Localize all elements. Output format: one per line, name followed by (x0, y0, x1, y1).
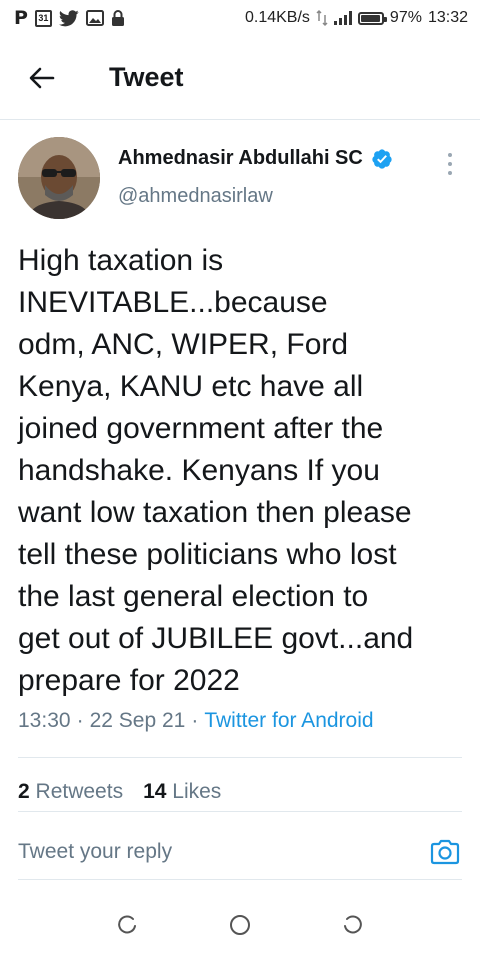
avatar[interactable] (18, 137, 100, 219)
more-dot (448, 171, 452, 175)
gallery-icon (85, 10, 104, 26)
page-title: Tweet (109, 62, 184, 92)
twitter-bird-icon (58, 9, 79, 27)
status-left-icons: P 31 (14, 7, 125, 29)
camera-button[interactable] (428, 835, 462, 869)
recents-button[interactable] (107, 905, 147, 945)
system-nav-bar (0, 890, 480, 960)
divider (18, 811, 462, 812)
tweet-text: High taxation is INEVITABLE...because od… (18, 244, 414, 697)
status-bar: P 31 0.14KB/s 97% 13:32 (0, 0, 480, 36)
back-nav-button[interactable] (333, 905, 373, 945)
home-button[interactable] (220, 905, 260, 945)
tweet-meta: 13:30 · 22 Sep 21 · Twitter for Android (18, 709, 374, 733)
meta-separator: · (191, 709, 199, 732)
tweet-date: 22 Sep 21 (89, 709, 186, 732)
back-button[interactable] (17, 53, 67, 103)
more-options-button[interactable] (440, 151, 460, 177)
signal-icon (333, 11, 352, 25)
home-icon (229, 915, 250, 935)
back-nav-icon (344, 915, 363, 934)
more-dot (448, 162, 452, 166)
status-time: 13:32 (427, 9, 468, 26)
verified-badge-icon (372, 148, 392, 169)
lock-icon (111, 9, 125, 27)
author-name-row: Ahmednasir Abdullahi SC (118, 147, 393, 170)
p-app-icon: P (14, 7, 28, 29)
battery-fill (360, 14, 381, 22)
calendar-icon: 31 (34, 9, 52, 27)
tweet-author-row: Ahmednasir Abdullahi SC @ahmednasirlaw (0, 121, 480, 231)
camera-icon (430, 839, 460, 864)
app-header: Tweet (0, 36, 480, 120)
battery-percent: 97% (389, 9, 422, 26)
reply-input[interactable] (18, 839, 428, 864)
retweets-stat[interactable]: 2 Retweets (18, 780, 123, 804)
tweet-stats: 2 Retweets 14 Likes (18, 780, 221, 804)
likes-count: 14 (143, 780, 167, 803)
likes-label: Likes (172, 780, 222, 803)
author-name[interactable]: Ahmednasir Abdullahi SC (118, 147, 363, 170)
tweet-time: 13:30 (18, 709, 71, 732)
divider (18, 757, 462, 758)
reply-composer (18, 824, 462, 880)
data-arrows-icon (316, 9, 328, 27)
back-arrow-icon (29, 67, 55, 88)
recents-icon (117, 915, 136, 934)
tweet-source-link[interactable]: Twitter for Android (204, 709, 373, 733)
more-dot (448, 153, 452, 157)
status-right-icons: 0.14KB/s 97% 13:32 (245, 9, 468, 27)
retweets-label: Retweets (35, 780, 124, 803)
likes-stat[interactable]: 14 Likes (143, 780, 221, 804)
retweets-count: 2 (18, 780, 30, 803)
network-speed: 0.14KB/s (244, 9, 310, 26)
author-handle[interactable]: @ahmednasirlaw (118, 185, 273, 208)
meta-separator: · (76, 709, 84, 732)
tweet-detail: Ahmednasir Abdullahi SC @ahmednasirlaw H… (0, 121, 480, 880)
battery-icon (357, 11, 387, 25)
